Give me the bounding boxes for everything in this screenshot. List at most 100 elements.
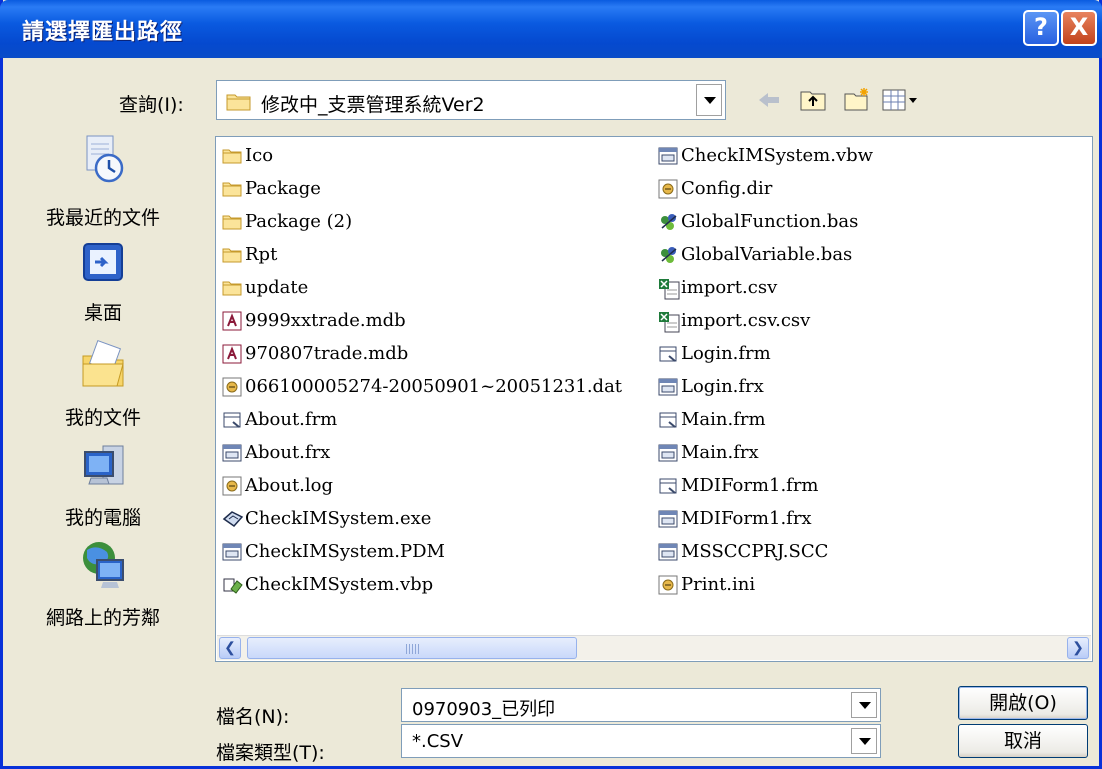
file-item[interactable]: import.csv (658, 271, 873, 304)
new-folder-icon[interactable] (843, 86, 871, 114)
up-folder-icon[interactable] (799, 86, 827, 114)
scroll-right-button[interactable]: ❯ (1067, 637, 1089, 659)
back-arrow-icon[interactable] (755, 86, 783, 114)
file-item[interactable]: About.log (222, 469, 622, 502)
file-name: GlobalFunction.bas (681, 211, 859, 232)
places-recent-label: 我最近的文件 (45, 207, 160, 229)
file-item[interactable]: Package (222, 172, 622, 205)
file-name: Login.frx (681, 376, 764, 397)
file-item[interactable]: Login.frm (658, 337, 873, 370)
file-item[interactable]: 970807trade.mdb (222, 337, 622, 370)
help-button[interactable]: ? (1023, 10, 1059, 46)
file-item[interactable]: GlobalVariable.bas (658, 238, 873, 271)
filetype-value: *.CSV (412, 731, 464, 752)
file-item[interactable]: Rpt (222, 238, 622, 271)
file-item[interactable]: MDIForm1.frx (658, 502, 873, 535)
file-item[interactable]: MSSCCPRJ.SCC (658, 535, 873, 568)
file-item[interactable]: Login.frx (658, 370, 873, 403)
folder-icon (222, 146, 242, 166)
file-item[interactable]: Main.frm (658, 403, 873, 436)
places-network-label: 網路上的芳鄰 (45, 607, 160, 629)
save-dialog: 請選擇匯出路徑 ? X 查詢(I): 修改中_支票管理系統Ver2 我最近的文件… (0, 0, 1102, 769)
filetype-label: 檔案類型(T): (216, 742, 325, 764)
file-item[interactable]: GlobalFunction.bas (658, 205, 873, 238)
look-in-value: 修改中_支票管理系統Ver2 (261, 94, 485, 116)
form-icon (658, 410, 678, 430)
doc-icon (222, 476, 242, 496)
file-name: CheckIMSystem.exe (245, 508, 432, 529)
file-name: Ico (245, 145, 274, 166)
file-name: 066100005274-20050901~20051231.dat (245, 376, 623, 397)
file-name: About.frm (245, 409, 338, 430)
frx-icon (222, 443, 242, 463)
horizontal-scrollbar[interactable]: ❮ ❯ (217, 635, 1091, 660)
file-name: About.log (245, 475, 334, 496)
file-list[interactable]: Ico Package Package (2) Rpt update 9999xxtrad… (215, 136, 1093, 662)
recent-documents-icon (86, 135, 124, 183)
filename-field[interactable]: 0970903_已列印 (401, 688, 881, 722)
file-item[interactable]: Package (2) (222, 205, 622, 238)
view-menu-icon[interactable] (881, 86, 921, 114)
file-item[interactable]: CheckIMSystem.PDM (222, 535, 622, 568)
scrollbar-grip-icon (406, 644, 420, 654)
file-name: import.csv.csv (681, 310, 811, 331)
file-column-right: CheckIMSystem.vbw Config.dir GlobalFunctio… (658, 139, 873, 601)
file-name: Main.frx (681, 442, 759, 463)
file-name: MDIForm1.frx (681, 508, 812, 529)
filetype-select[interactable]: *.CSV (401, 724, 881, 758)
desktop-icon (83, 243, 123, 281)
file-item[interactable]: About.frx (222, 436, 622, 469)
file-name: Main.frm (681, 409, 766, 430)
look-in-label: 查詢(I): (119, 94, 184, 116)
doc-icon (222, 377, 242, 397)
places-my-computer-label: 我的電腦 (64, 507, 141, 529)
csv-icon (658, 311, 680, 332)
folder-icon (222, 179, 242, 199)
file-item[interactable]: 066100005274-20050901~20051231.dat (222, 370, 622, 403)
folder-icon (222, 212, 242, 232)
file-item[interactable]: CheckIMSystem.vbp (222, 568, 622, 601)
file-name: MSSCCPRJ.SCC (681, 541, 829, 562)
file-name: GlobalVariable.bas (681, 244, 853, 265)
exe-icon (222, 509, 244, 529)
doc-icon (658, 179, 678, 199)
file-name: Rpt (245, 244, 278, 265)
file-name: MDIForm1.frm (681, 475, 819, 496)
title-bar[interactable]: 請選擇匯出路徑 ? X (0, 0, 1102, 58)
folder-icon (222, 245, 242, 265)
places-my-documents-label: 我的文件 (64, 407, 141, 429)
file-name: 970807trade.mdb (245, 343, 409, 364)
places-desktop-label: 桌面 (83, 302, 122, 324)
filetype-dropdown-arrow[interactable] (851, 728, 877, 754)
close-button[interactable]: X (1061, 10, 1097, 46)
folder-icon (226, 94, 251, 111)
file-name: CheckIMSystem.vbp (245, 574, 434, 595)
frx-icon (222, 542, 242, 562)
file-item[interactable]: Config.dir (658, 172, 873, 205)
file-item[interactable]: Ico (222, 139, 622, 172)
file-item[interactable]: 9999xxtrade.mdb (222, 304, 622, 337)
file-item[interactable]: Main.frx (658, 436, 873, 469)
file-item[interactable]: MDIForm1.frm (658, 469, 873, 502)
file-column-left: Ico Package Package (2) Rpt update 9999xxtrad… (222, 139, 622, 601)
cancel-button[interactable]: 取消 (958, 724, 1088, 758)
look-in-dropdown-arrow[interactable] (696, 84, 722, 116)
file-item[interactable]: About.frm (222, 403, 622, 436)
file-item[interactable]: CheckIMSystem.vbw (658, 139, 873, 172)
file-item[interactable]: CheckIMSystem.exe (222, 502, 622, 535)
scroll-left-button[interactable]: ❮ (219, 637, 241, 659)
file-item[interactable]: update (222, 271, 622, 304)
frx-icon (658, 377, 678, 397)
window-title: 請選擇匯出路徑 (22, 20, 184, 45)
look-in-dropdown[interactable]: 修改中_支票管理系統Ver2 (216, 80, 726, 120)
file-name: Config.dir (681, 178, 773, 199)
file-item[interactable]: Print.ini (658, 568, 873, 601)
access-icon (222, 344, 242, 364)
file-item[interactable]: import.csv.csv (658, 304, 873, 337)
frx-icon (658, 146, 678, 166)
filename-dropdown-arrow[interactable] (851, 692, 877, 718)
file-name: 9999xxtrade.mdb (245, 310, 406, 331)
places-bar: 我最近的文件 桌面 我的文件 我的電腦 網路上的芳鄰 (3, 128, 203, 648)
open-button[interactable]: 開啟(O) (958, 686, 1088, 720)
scrollbar-thumb[interactable] (247, 637, 577, 659)
